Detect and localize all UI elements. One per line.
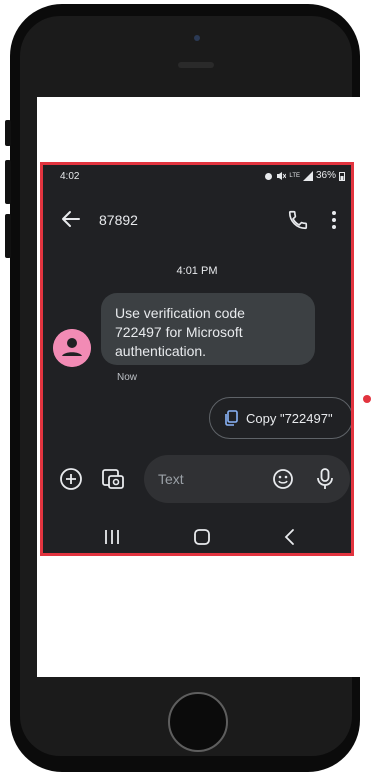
earpiece-speaker <box>178 62 214 68</box>
status-icons: LTE 36% <box>264 170 345 181</box>
gallery-icon[interactable] <box>101 467 125 491</box>
message-input[interactable] <box>158 455 268 503</box>
signal-icon <box>302 170 313 181</box>
compose-field <box>144 455 350 503</box>
back-arrow-icon[interactable] <box>59 207 83 231</box>
copy-icon <box>225 410 238 426</box>
copy-code-chip[interactable]: Copy "722497" <box>209 397 351 439</box>
battery-icon <box>339 171 345 181</box>
home-button[interactable] <box>168 692 228 752</box>
side-button <box>5 120 11 146</box>
message-line: authentication. <box>115 343 207 359</box>
copy-chip-label: Copy "722497" <box>246 410 333 426</box>
message-line: Use verification code <box>115 305 245 321</box>
home-icon[interactable] <box>193 528 211 546</box>
phone-call-icon[interactable] <box>287 209 309 231</box>
conversation-timestamp: 4:01 PM <box>176 265 218 277</box>
recents-icon[interactable] <box>103 529 121 545</box>
message-line: 722497 for Microsoft <box>115 324 243 340</box>
alarm-icon <box>265 172 273 180</box>
mute-icon <box>277 171 287 180</box>
nav-back-icon[interactable] <box>283 528 297 546</box>
volume-up-button <box>5 160 11 204</box>
lte-icon: LTE <box>289 172 300 179</box>
message-time: Now <box>117 372 138 383</box>
status-time: 4:02 <box>60 171 80 182</box>
messages-app: 4:02 LTE 36% 87892 4:01 PM Use verificat… <box>40 162 354 556</box>
emoji-icon[interactable] <box>272 468 294 490</box>
front-camera <box>194 35 200 41</box>
mic-icon[interactable] <box>314 467 336 491</box>
annotation-dot <box>363 395 371 403</box>
volume-down-button <box>5 214 11 258</box>
add-icon[interactable] <box>59 467 83 491</box>
more-vert-icon[interactable] <box>329 209 339 231</box>
system-nav-bar <box>43 517 351 553</box>
message-bubble[interactable]: Use verification code 722497 for Microso… <box>101 293 315 365</box>
status-bar: 4:02 LTE 36% <box>43 165 351 187</box>
compose-bar <box>43 455 351 503</box>
contact-name: 87892 <box>99 212 138 228</box>
conversation-header: 87892 <box>43 201 351 237</box>
battery-level: 36% <box>315 170 336 181</box>
avatar[interactable] <box>53 329 91 367</box>
